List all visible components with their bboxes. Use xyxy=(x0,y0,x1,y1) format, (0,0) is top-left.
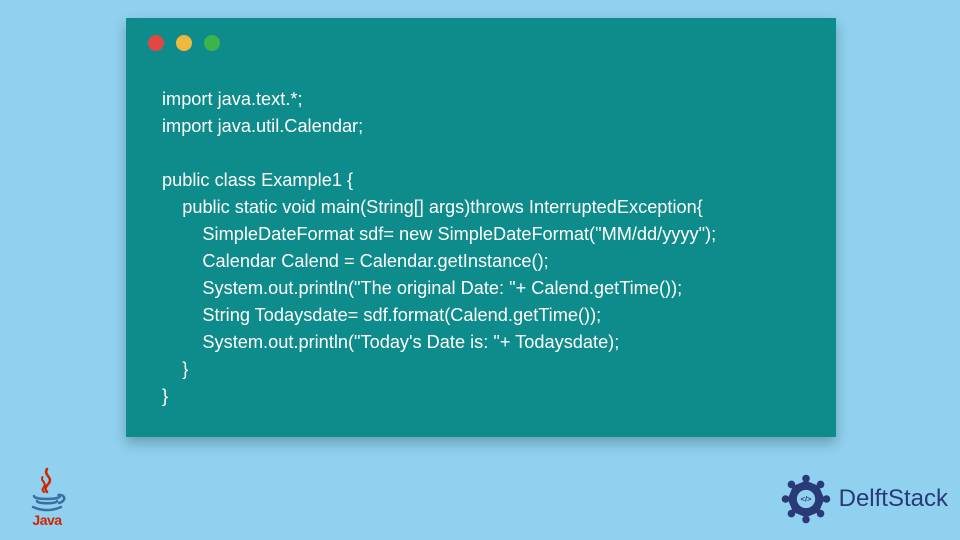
code-block: import java.text.*; import java.util.Cal… xyxy=(162,86,808,410)
close-icon xyxy=(148,35,164,51)
delftstack-emblem-icon: </> xyxy=(779,472,833,526)
java-logo-label: Java xyxy=(12,512,82,528)
window-traffic-lights xyxy=(148,35,220,51)
minimize-icon xyxy=(176,35,192,51)
delftstack-logo: </> DelftStack xyxy=(779,472,948,526)
svg-text:</>: </> xyxy=(800,495,812,504)
code-panel: import java.text.*; import java.util.Cal… xyxy=(126,18,836,437)
java-logo: Java xyxy=(12,466,82,528)
zoom-icon xyxy=(204,35,220,51)
java-cup-icon xyxy=(22,466,72,516)
delftstack-logo-label: DelftStack xyxy=(839,485,948,513)
